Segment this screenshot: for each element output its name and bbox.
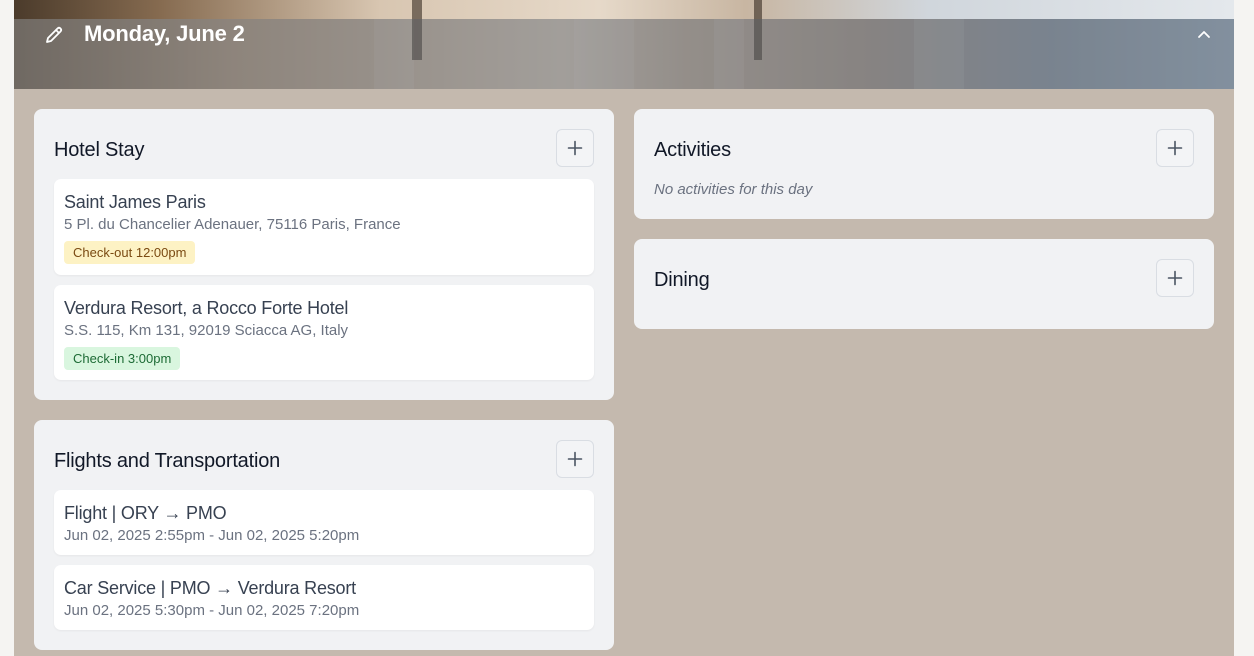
plus-icon [1167, 140, 1183, 156]
add-dining-button[interactable] [1156, 259, 1194, 297]
day-section: Monday, June 2 Hotel Stay Saint James Pa… [14, 0, 1234, 656]
activities-card: Activities No activities for this day [634, 109, 1214, 219]
add-transportation-button[interactable] [556, 440, 594, 478]
plus-icon [1167, 270, 1183, 286]
dining-card: Dining [634, 239, 1214, 329]
transport-time: Jun 02, 2025 2:55pm - Jun 02, 2025 5:20p… [64, 527, 360, 544]
hotel-stay-title: Hotel Stay [54, 139, 145, 161]
hotel-item[interactable]: Saint James Paris 5 Pl. du Chancelier Ad… [54, 179, 594, 275]
activities-empty-text: No activities for this day [654, 181, 813, 198]
hotel-stay-card: Hotel Stay Saint James Paris 5 Pl. du Ch… [34, 109, 614, 400]
add-hotel-button[interactable] [556, 129, 594, 167]
flights-card: Flights and Transportation Flight | ORY … [34, 420, 614, 650]
transport-title: Flight | ORY → PMO [64, 503, 227, 523]
plus-icon [567, 140, 583, 156]
transport-item[interactable]: Car Service | PMO → Verdura Resort Jun 0… [54, 565, 594, 630]
header-photo [14, 0, 1234, 19]
hotel-address: 5 Pl. du Chancelier Adenauer, 75116 Pari… [64, 216, 401, 233]
plus-icon [567, 451, 583, 467]
checkin-badge: Check-in 3:00pm [64, 347, 181, 370]
day-header[interactable]: Monday, June 2 [14, 0, 1234, 89]
activities-title: Activities [654, 139, 731, 161]
transport-item[interactable]: Flight | ORY → PMO Jun 02, 2025 2:55pm -… [54, 490, 594, 555]
day-title: Monday, June 2 [84, 21, 245, 46]
add-activity-button[interactable] [1156, 129, 1194, 167]
flights-title: Flights and Transportation [54, 450, 281, 472]
pencil-icon[interactable] [44, 25, 64, 45]
hotel-name: Verdura Resort, a Rocco Forte Hotel [64, 298, 349, 318]
hotel-name: Saint James Paris [64, 192, 206, 212]
transport-time: Jun 02, 2025 5:30pm - Jun 02, 2025 7:20p… [64, 602, 360, 619]
transport-title: Car Service | PMO → Verdura Resort [64, 578, 356, 598]
dining-title: Dining [654, 269, 710, 291]
chevron-up-icon[interactable] [1196, 27, 1212, 43]
checkout-badge: Check-out 12:00pm [64, 241, 196, 264]
hotel-item[interactable]: Verdura Resort, a Rocco Forte Hotel S.S.… [54, 285, 594, 380]
hotel-address: S.S. 115, Km 131, 92019 Sciacca AG, Ital… [64, 322, 349, 339]
